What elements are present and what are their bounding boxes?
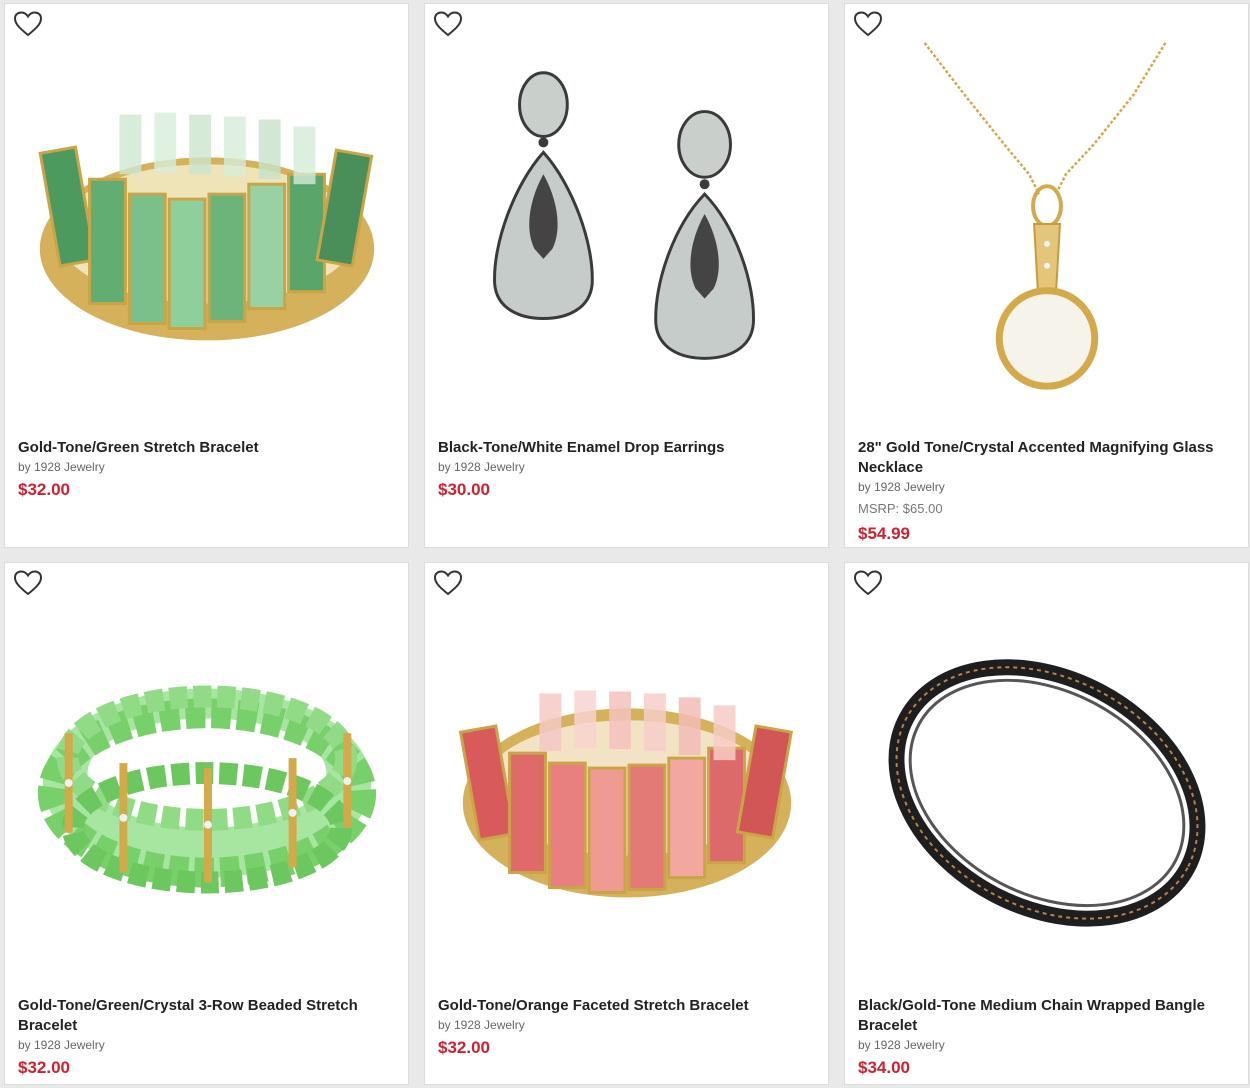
product-image[interactable] [425, 593, 828, 973]
product-brand: by 1928 Jewelry [438, 1018, 525, 1032]
product-price: $32.00 [18, 1058, 70, 1077]
product-price: $32.00 [18, 480, 70, 499]
product-title[interactable]: Black/Gold-Tone Medium Chain Wrapped Ban… [858, 996, 1236, 1036]
product-title[interactable]: 28" Gold Tone/Crystal Accented Magnifyin… [858, 438, 1236, 478]
product-card[interactable]: Gold-Tone/Green/Crystal 3-Row Beaded Str… [4, 562, 409, 1085]
product-image[interactable] [845, 34, 1248, 414]
product-title[interactable]: Gold-Tone/Green/Crystal 3-Row Beaded Str… [18, 996, 396, 1036]
product-image[interactable] [425, 34, 828, 414]
product-image[interactable] [845, 593, 1248, 973]
product-card[interactable]: 28" Gold Tone/Crystal Accented Magnifyin… [844, 3, 1249, 548]
product-brand: by 1928 Jewelry [18, 1038, 105, 1052]
product-brand: by 1928 Jewelry [438, 460, 525, 474]
product-brand: by 1928 Jewelry [858, 480, 945, 494]
product-msrp: MSRP: $65.00 [858, 501, 943, 516]
product-price: $54.99 [858, 524, 910, 543]
product-card[interactable]: Black-Tone/White Enamel Drop Earrings by… [424, 3, 829, 548]
product-price: $34.00 [858, 1058, 910, 1077]
product-price: $32.00 [438, 1038, 490, 1057]
product-image[interactable] [5, 34, 408, 414]
product-card[interactable]: Gold-Tone/Orange Faceted Stretch Bracele… [424, 562, 829, 1085]
product-price: $30.00 [438, 480, 490, 499]
product-title[interactable]: Gold-Tone/Orange Faceted Stretch Bracele… [438, 996, 816, 1016]
product-image[interactable] [5, 593, 408, 973]
product-title[interactable]: Gold-Tone/Green Stretch Bracelet [18, 438, 396, 458]
product-card[interactable]: Gold-Tone/Green Stretch Bracelet by 1928… [4, 3, 409, 548]
product-card[interactable]: Black/Gold-Tone Medium Chain Wrapped Ban… [844, 562, 1249, 1085]
product-brand: by 1928 Jewelry [858, 1038, 945, 1052]
product-brand: by 1928 Jewelry [18, 460, 105, 474]
product-title[interactable]: Black-Tone/White Enamel Drop Earrings [438, 438, 816, 458]
